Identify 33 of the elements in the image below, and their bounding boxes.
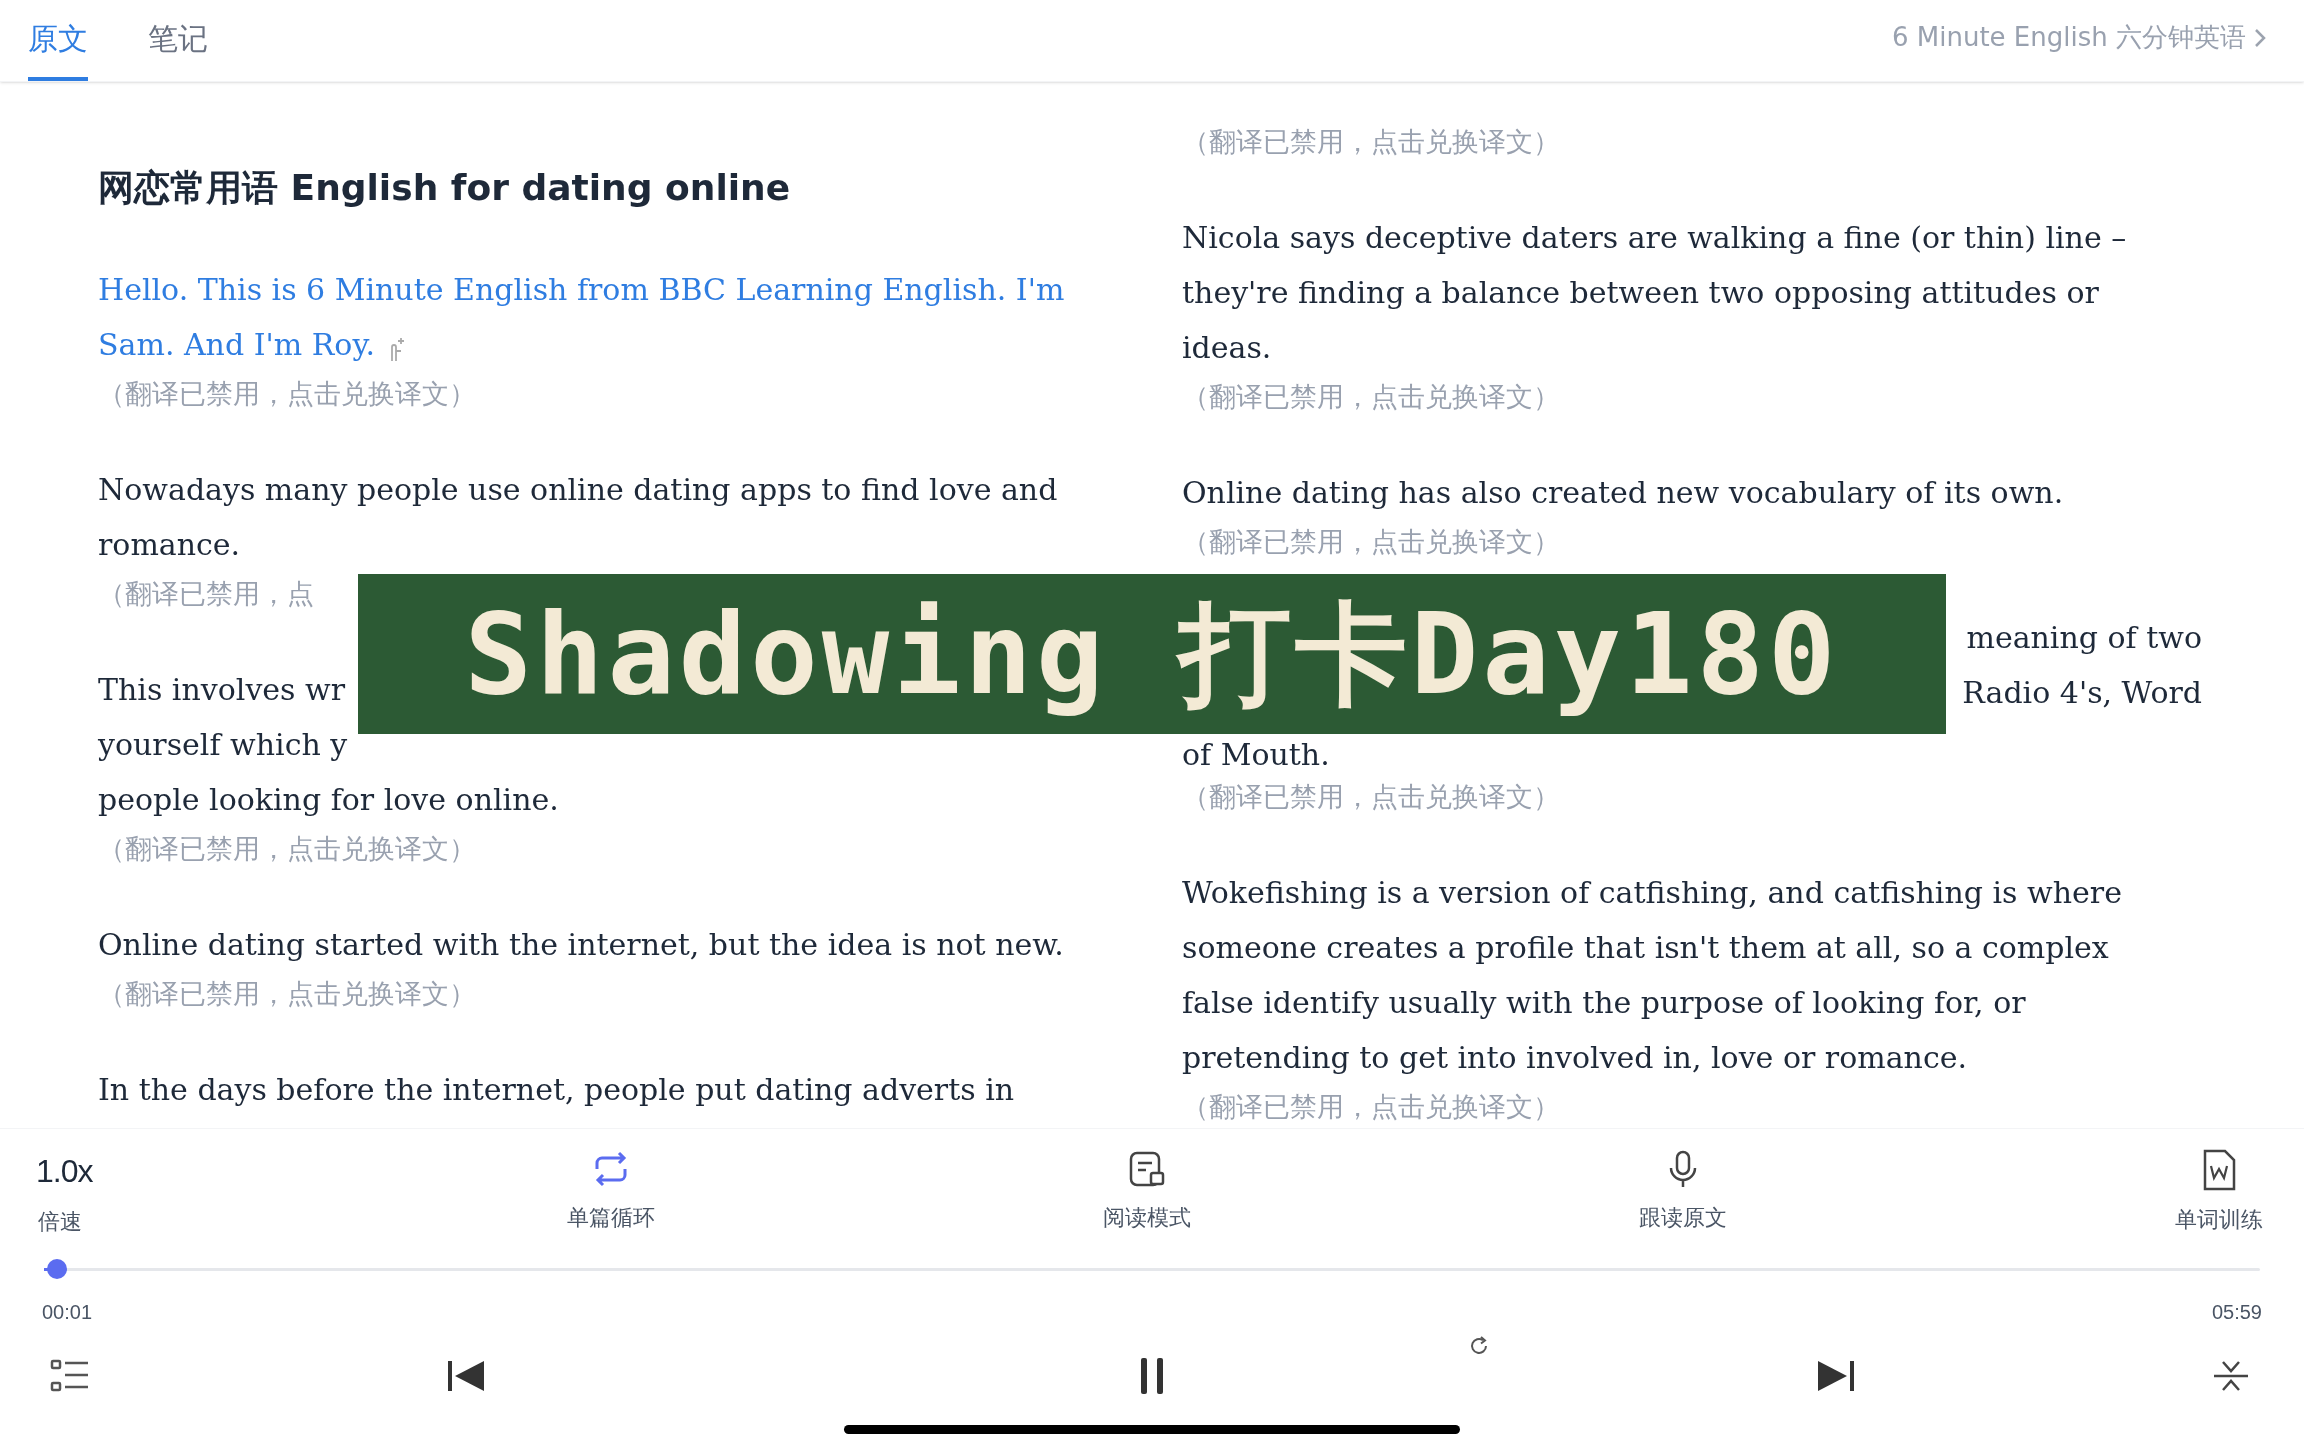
document-icon	[1127, 1149, 1167, 1189]
paragraph[interactable]: Nowadays many people use online dating apps to find love and romance.	[98, 462, 1098, 572]
paragraph-fragment[interactable]: yourself which y	[98, 717, 348, 772]
paragraph-fragment[interactable]: This involves wr	[98, 662, 346, 717]
chevron-right-icon	[2254, 27, 2266, 48]
toolbar-button[interactable]: 单篇循环	[556, 1149, 666, 1238]
paragraph[interactable]: Online dating started with the internet, but the idea is not new.	[98, 917, 1098, 972]
playlist-icon[interactable]	[50, 1358, 90, 1394]
paragraph[interactable]: Hello. This is 6 Minute English from BBC Learning English. I'm Sam. And I'm Roy.	[98, 262, 1098, 372]
banner-text: Shadowing 打卡Day180	[464, 588, 1840, 721]
paragraph[interactable]: Nicola says deceptive daters are walking a fine (or thin) line – they're finding a balance between two opposing attitudes or ideas.	[1182, 210, 2182, 375]
next-icon[interactable]	[1816, 1359, 1856, 1393]
toolbar-button[interactable]: 跟读原文	[1628, 1149, 1738, 1238]
paragraph-fragment[interactable]: of Mouth.	[1182, 735, 1330, 775]
previous-icon[interactable]	[446, 1359, 486, 1393]
elapsed-time: 00:01	[42, 1300, 93, 1325]
refresh-icon[interactable]	[1468, 1335, 1490, 1357]
paragraph-fragment[interactable]: Radio 4's, Word	[1962, 665, 2202, 720]
paragraph-fragment[interactable]: people looking for love online.	[98, 772, 559, 827]
tab[interactable]: 笔记	[148, 16, 208, 81]
toolbar-button[interactable]: 1.0x 倍速	[20, 1149, 130, 1238]
paragraph-fragment[interactable]: meaning of two	[1966, 610, 2202, 665]
toolbar-button[interactable]: 单词训练	[2164, 1149, 2274, 1238]
progress-thumb[interactable]	[47, 1259, 68, 1279]
speed-value: 1.0x	[35, 1152, 93, 1191]
paragraph[interactable]: Online dating has also created new vocabulary of its own.	[1182, 465, 2182, 520]
article-title: 网恋常用语 English for dating online	[98, 166, 791, 210]
paragraph[interactable]: In the days before the internet, people put dating adverts in	[98, 1062, 1098, 1117]
pause-icon[interactable]	[1139, 1357, 1165, 1395]
tab[interactable]: 原文	[28, 16, 88, 81]
total-time: 05:59	[2211, 1300, 2262, 1325]
toolbar-button[interactable]: 阅读模式	[1092, 1149, 1202, 1238]
paragraph[interactable]: Wokefishing is a version of catfishing, and catfishing is where someone creates a profile that isn't them at all, so a complex false identify usually with the purpose of looking for, or pretending to get into involved in, love or romance.	[1182, 865, 2182, 1085]
